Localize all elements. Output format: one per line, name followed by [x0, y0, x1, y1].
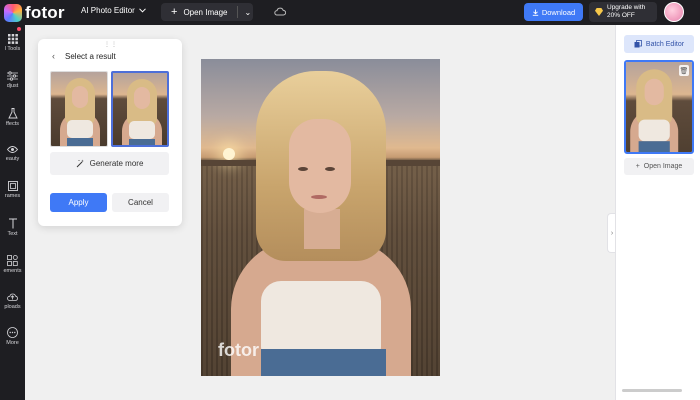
sidebar-item-label: djust: [6, 83, 19, 89]
upgrade-line2: 20% OFF: [607, 12, 635, 19]
subject-neck: [304, 209, 340, 249]
select-result-panel: ⋮⋮ ‹ Select a result Generate more Apply…: [38, 39, 182, 226]
top-bar: fotor AI Photo Editor + Open Image ⌄ Dow…: [0, 0, 700, 25]
apply-button[interactable]: Apply: [50, 193, 107, 212]
brand-name: fotor: [25, 3, 65, 22]
horizontal-scrollbar[interactable]: [622, 389, 682, 392]
sun: [223, 148, 235, 160]
ai-photo-editor-menu[interactable]: AI Photo Editor: [81, 6, 146, 15]
sidebar-item-text[interactable]: Text: [0, 218, 25, 237]
sidebar-item-more[interactable]: More: [0, 327, 25, 346]
gem-icon: [595, 8, 603, 16]
plus-icon: +: [171, 6, 178, 18]
open-image-button-secondary[interactable]: + Open Image: [624, 158, 694, 175]
sidebar-item-uploads[interactable]: ploads: [0, 292, 25, 310]
divider: [237, 6, 239, 18]
text-icon: [8, 218, 17, 229]
sidebar-item-adjust[interactable]: djust: [0, 71, 25, 89]
chevron-down-icon: [138, 8, 146, 13]
batch-editor-button[interactable]: Batch Editor: [624, 35, 694, 53]
sidebar-item-label: ements: [3, 268, 22, 274]
right-panel: Batch Editor 🗑 + Open Image: [615, 25, 700, 400]
download-button[interactable]: Download: [524, 3, 583, 21]
subject-top: [261, 281, 381, 357]
frame-icon: [7, 181, 18, 191]
back-chevron-icon[interactable]: ‹: [52, 51, 55, 61]
subject-eye: [298, 167, 308, 171]
open-image-label: Open Image: [643, 163, 683, 170]
adjust-icon: [7, 71, 18, 81]
sidebar-item-label: ploads: [4, 304, 21, 310]
generate-more-label: Generate more: [89, 159, 144, 168]
plus-icon: +: [635, 163, 640, 170]
result-thumbnail-2[interactable]: [111, 71, 169, 147]
panel-title: Select a result: [65, 52, 116, 61]
open-image-button[interactable]: + Open Image ⌄: [161, 3, 253, 21]
batch-editor-label: Batch Editor: [645, 40, 685, 48]
left-sidebar: l Tools djust ffects eauty rames Text em…: [0, 25, 25, 400]
sidebar-item-elements[interactable]: ements: [0, 255, 25, 274]
subject-eye: [325, 167, 335, 171]
trash-icon[interactable]: 🗑: [679, 65, 689, 76]
download-icon: [532, 9, 539, 16]
flask-icon: [7, 108, 18, 119]
magic-wand-icon: [76, 159, 84, 168]
open-image-label: Open Image: [183, 7, 228, 17]
cloud-icon[interactable]: [274, 7, 286, 16]
fotor-logo[interactable]: fotor: [4, 3, 65, 23]
sidebar-item-label: eauty: [5, 156, 20, 162]
upgrade-line1: Upgrade with: [607, 4, 646, 11]
cancel-button[interactable]: Cancel: [112, 193, 169, 212]
sidebar-item-label: ffects: [5, 121, 20, 127]
upload-icon: [7, 293, 18, 301]
subject-jeans: [261, 349, 386, 376]
main-photo[interactable]: fotor: [201, 59, 440, 376]
sidebar-item-label: l Tools: [4, 46, 21, 52]
layers-icon: [634, 40, 642, 48]
sidebar-item-effects[interactable]: ffects: [0, 108, 25, 127]
fotor-logo-mark: [4, 4, 22, 22]
shapes-icon: [7, 255, 18, 266]
subject-mouth: [311, 195, 327, 199]
chevron-down-icon[interactable]: ⌄: [244, 8, 251, 17]
more-icon: [7, 327, 18, 338]
fotor-watermark: fotor: [218, 340, 259, 360]
eye-icon: [7, 146, 18, 153]
download-label: Download: [541, 7, 576, 17]
current-image-thumbnail[interactable]: 🗑: [624, 60, 694, 154]
sidebar-item-label: Text: [7, 231, 18, 237]
drag-handle[interactable]: ⋮⋮: [104, 41, 118, 48]
sidebar-item-frames[interactable]: rames: [0, 181, 25, 199]
editor-menu-label: AI Photo Editor: [81, 6, 135, 15]
user-avatar[interactable]: [664, 2, 684, 22]
generate-more-button[interactable]: Generate more: [50, 152, 169, 175]
sidebar-item-label: More: [6, 340, 19, 346]
sidebar-item-label: rames: [4, 193, 21, 199]
thumbnail-image: [51, 72, 107, 146]
sidebar-item-all-tools[interactable]: l Tools: [0, 34, 25, 52]
sidebar-item-beauty[interactable]: eauty: [0, 145, 25, 162]
notification-dot: [17, 27, 21, 31]
upgrade-button[interactable]: Upgrade with 20% OFF: [589, 2, 657, 22]
grid-icon: [7, 34, 18, 44]
thumbnail-image: [113, 73, 167, 145]
result-thumbnail-1[interactable]: [50, 71, 108, 147]
